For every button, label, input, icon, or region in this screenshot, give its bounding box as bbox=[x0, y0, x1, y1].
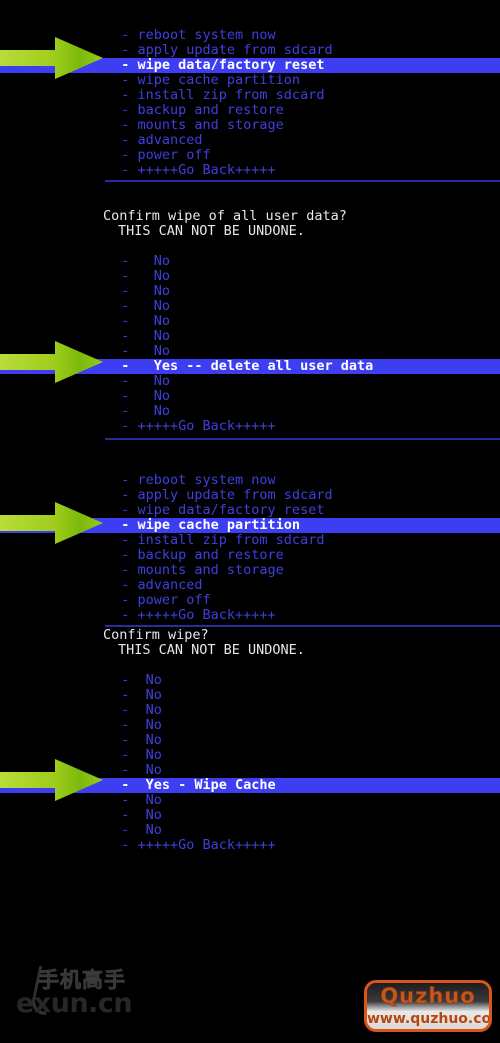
menu-item[interactable]: - apply update from sdcard bbox=[0, 488, 500, 503]
menu-item[interactable]: - No bbox=[0, 733, 500, 748]
menu-item[interactable]: - No bbox=[0, 344, 500, 359]
separator-line bbox=[105, 180, 500, 182]
menu-item[interactable]: - No bbox=[0, 793, 500, 808]
menu-item[interactable]: - No bbox=[0, 329, 500, 344]
menu-item-selected[interactable]: - Yes - Wipe Cache bbox=[0, 778, 500, 793]
menu-item[interactable]: - mounts and storage bbox=[0, 563, 500, 578]
menu-item[interactable]: - No bbox=[0, 284, 500, 299]
menu-item[interactable]: - wipe data/factory reset bbox=[0, 503, 500, 518]
menu-item[interactable]: - No bbox=[0, 763, 500, 778]
menu-item[interactable]: - advanced bbox=[0, 133, 500, 148]
menu-item[interactable]: - mounts and storage bbox=[0, 118, 500, 133]
menu-item[interactable]: - +++++Go Back+++++ bbox=[0, 608, 500, 623]
menu-item-selected[interactable]: - wipe cache partition bbox=[0, 518, 500, 533]
menu-item[interactable]: - reboot system now bbox=[0, 28, 500, 43]
menu-main-wipe-data: - reboot system now - apply update from … bbox=[0, 28, 500, 178]
menu-item[interactable]: - No bbox=[0, 718, 500, 733]
menu-item-selected[interactable]: - wipe data/factory reset bbox=[0, 58, 500, 73]
menu-item[interactable]: - No bbox=[0, 299, 500, 314]
menu-item[interactable]: - No bbox=[0, 688, 500, 703]
confirm-warning: THIS CAN NOT BE UNDONE. bbox=[118, 223, 305, 239]
menu-item[interactable]: - power off bbox=[0, 593, 500, 608]
menu-item[interactable]: - backup and restore bbox=[0, 103, 500, 118]
lexun-domain-text: exun.cn bbox=[16, 988, 133, 1019]
menu-item[interactable]: - +++++Go Back+++++ bbox=[0, 419, 500, 434]
menu-item[interactable]: - No bbox=[0, 314, 500, 329]
menu-item[interactable]: - No bbox=[0, 269, 500, 284]
menu-item[interactable]: - No bbox=[0, 254, 500, 269]
menu-item[interactable]: - install zip from sdcard bbox=[0, 88, 500, 103]
confirm-prompt: Confirm wipe of all user data? bbox=[103, 208, 347, 224]
confirm-warning: THIS CAN NOT BE UNDONE. bbox=[118, 642, 305, 658]
menu-item[interactable]: - +++++Go Back+++++ bbox=[0, 163, 500, 178]
menu-item[interactable]: - +++++Go Back+++++ bbox=[0, 838, 500, 853]
quzhuo-url-text: www.quzhuo.com bbox=[367, 1011, 492, 1027]
menu-item-selected[interactable]: - Yes -- delete all user data bbox=[0, 359, 500, 374]
menu-item[interactable]: - No bbox=[0, 374, 500, 389]
menu-item[interactable]: - advanced bbox=[0, 578, 500, 593]
recovery-screen: - reboot system now - apply update from … bbox=[0, 0, 500, 1043]
menu-item[interactable]: - backup and restore bbox=[0, 548, 500, 563]
menu-item[interactable]: - No bbox=[0, 823, 500, 838]
separator-line bbox=[105, 438, 500, 440]
menu-item[interactable]: - power off bbox=[0, 148, 500, 163]
menu-item[interactable]: - No bbox=[0, 389, 500, 404]
menu-main-wipe-cache: - reboot system now - apply update from … bbox=[0, 473, 500, 623]
watermark-quzhuo-logo: Quzhuo www.quzhuo.com bbox=[364, 980, 492, 1032]
watermark-lexun: 手机高手 exun.cn bbox=[16, 962, 156, 1028]
menu-item[interactable]: - No bbox=[0, 673, 500, 688]
menu-confirm-wipe-user-data: Confirm wipe of all user data? THIS CAN … bbox=[0, 209, 500, 434]
menu-item[interactable]: - install zip from sdcard bbox=[0, 533, 500, 548]
menu-item[interactable]: - apply update from sdcard bbox=[0, 43, 500, 58]
quzhuo-brand-text: Quzhuo bbox=[380, 984, 476, 1009]
menu-item[interactable]: - No bbox=[0, 808, 500, 823]
menu-item[interactable]: - reboot system now bbox=[0, 473, 500, 488]
menu-item[interactable]: - wipe cache partition bbox=[0, 73, 500, 88]
menu-item[interactable]: - No bbox=[0, 748, 500, 763]
menu-item[interactable]: - No bbox=[0, 404, 500, 419]
menu-item[interactable]: - No bbox=[0, 703, 500, 718]
confirm-prompt: Confirm wipe? bbox=[103, 627, 209, 643]
menu-confirm-wipe-cache: Confirm wipe? THIS CAN NOT BE UNDONE. - … bbox=[0, 628, 500, 853]
